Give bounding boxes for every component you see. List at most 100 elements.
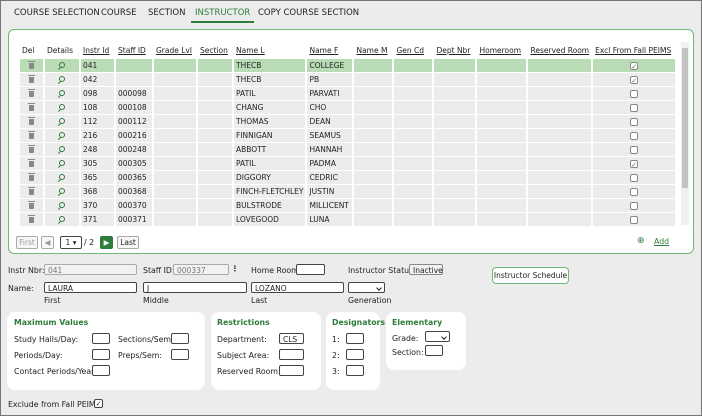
- magnifier-icon[interactable]: [59, 62, 65, 68]
- reserved-room-field[interactable]: [279, 365, 304, 376]
- delete-cell[interactable]: [20, 72, 43, 86]
- excl-cell[interactable]: [593, 142, 676, 156]
- table-row[interactable]: 041 THECB COLLEGE ✓: [20, 58, 676, 72]
- excl-fall-peims-checkbox[interactable]: ✓: [630, 160, 639, 169]
- table-row[interactable]: 365 000365 DIGGORY CEDRIC: [20, 170, 676, 184]
- instructor-schedule-button[interactable]: Instructor Schedule: [492, 267, 569, 284]
- col-dept-nbr[interactable]: Dept Nbr: [434, 42, 475, 58]
- col-staff-id[interactable]: Staff ID: [116, 42, 152, 58]
- details-cell[interactable]: [45, 156, 79, 170]
- excl-cell[interactable]: ✓: [593, 58, 676, 72]
- designator-2-field[interactable]: [346, 349, 364, 360]
- study-halls-field[interactable]: [92, 333, 110, 344]
- exclude-fall-peims-checkbox[interactable]: ✓: [94, 399, 103, 408]
- trash-icon[interactable]: [28, 172, 35, 181]
- delete-cell[interactable]: [20, 198, 43, 212]
- details-cell[interactable]: [45, 170, 79, 184]
- sections-sem-field[interactable]: [171, 333, 189, 344]
- trash-icon[interactable]: [28, 60, 35, 69]
- excl-fall-peims-checkbox[interactable]: [630, 104, 639, 112]
- details-cell[interactable]: [45, 128, 79, 142]
- last-page-button[interactable]: Last: [117, 236, 139, 249]
- details-cell[interactable]: [45, 142, 79, 156]
- add-icon[interactable]: ⊕: [637, 236, 645, 246]
- details-cell[interactable]: [45, 184, 79, 198]
- excl-fall-peims-checkbox[interactable]: ✓: [630, 62, 639, 71]
- generation-select[interactable]: [348, 282, 385, 293]
- excl-fall-peims-checkbox[interactable]: [630, 132, 639, 140]
- delete-cell[interactable]: [20, 142, 43, 156]
- preps-sem-field[interactable]: [171, 349, 189, 360]
- trash-icon[interactable]: [28, 144, 35, 153]
- more-vertical-icon[interactable]: ⋮: [231, 264, 239, 273]
- table-row[interactable]: 042 THECB PB ✓: [20, 72, 676, 86]
- excl-fall-peims-checkbox[interactable]: [630, 202, 639, 210]
- table-row[interactable]: 108 000108 CHANG CHO: [20, 100, 676, 114]
- magnifier-icon[interactable]: [59, 104, 65, 110]
- elementary-section-field[interactable]: [425, 345, 443, 356]
- subject-area-field[interactable]: [279, 349, 304, 360]
- excl-cell[interactable]: [593, 86, 676, 100]
- magnifier-icon[interactable]: [59, 76, 65, 82]
- delete-cell[interactable]: [20, 128, 43, 142]
- tab-course[interactable]: COURSE: [101, 8, 137, 18]
- trash-icon[interactable]: [28, 102, 35, 111]
- prev-page-button[interactable]: ◀: [41, 236, 54, 249]
- excl-fall-peims-checkbox[interactable]: ✓: [630, 76, 639, 85]
- trash-icon[interactable]: [28, 74, 35, 83]
- col-grade-lvl[interactable]: Grade Lvl: [154, 42, 196, 58]
- excl-cell[interactable]: [593, 212, 676, 226]
- grade-select[interactable]: [425, 331, 450, 342]
- delete-cell[interactable]: [20, 100, 43, 114]
- excl-fall-peims-checkbox[interactable]: [630, 118, 639, 126]
- designator-1-field[interactable]: [346, 333, 364, 344]
- home-room-field[interactable]: [296, 264, 325, 275]
- details-cell[interactable]: [45, 198, 79, 212]
- tab-course-selection[interactable]: COURSE SELECTION: [14, 8, 100, 18]
- col-instr-id[interactable]: Instr Id: [81, 42, 114, 58]
- periods-day-field[interactable]: [92, 349, 110, 360]
- contact-periods-field[interactable]: [92, 365, 110, 376]
- middle-name-field[interactable]: J: [143, 282, 247, 293]
- magnifier-icon[interactable]: [59, 188, 65, 194]
- excl-cell[interactable]: ✓: [593, 72, 676, 86]
- table-row[interactable]: 098 000098 PATIL PARVATI: [20, 86, 676, 100]
- first-name-field[interactable]: LAURA: [44, 282, 137, 293]
- excl-fall-peims-checkbox[interactable]: [630, 188, 639, 196]
- delete-cell[interactable]: [20, 170, 43, 184]
- magnifier-icon[interactable]: [59, 118, 65, 124]
- excl-cell[interactable]: [593, 170, 676, 184]
- department-field[interactable]: CLS: [279, 333, 304, 344]
- magnifier-icon[interactable]: [59, 216, 65, 222]
- magnifier-icon[interactable]: [59, 160, 65, 166]
- details-cell[interactable]: [45, 100, 79, 114]
- delete-cell[interactable]: [20, 212, 43, 226]
- table-row[interactable]: 112 000112 THOMAS DEAN: [20, 114, 676, 128]
- excl-fall-peims-checkbox[interactable]: [630, 146, 639, 154]
- col-section[interactable]: Section: [198, 42, 232, 58]
- delete-cell[interactable]: [20, 58, 43, 72]
- add-link[interactable]: Add: [654, 237, 669, 246]
- table-row[interactable]: 370 000370 BULSTRODE MILLICENT: [20, 198, 676, 212]
- table-row[interactable]: 371 000371 LOVEGOOD LUNA: [20, 212, 676, 226]
- trash-icon[interactable]: [28, 88, 35, 97]
- excl-cell[interactable]: ✓: [593, 156, 676, 170]
- details-cell[interactable]: [45, 114, 79, 128]
- excl-cell[interactable]: [593, 100, 676, 114]
- designator-3-field[interactable]: [346, 365, 364, 376]
- table-row[interactable]: 305 000305 PATIL PADMA ✓: [20, 156, 676, 170]
- trash-icon[interactable]: [28, 158, 35, 167]
- grid-scrollbar[interactable]: [681, 42, 689, 225]
- magnifier-icon[interactable]: [59, 90, 65, 96]
- trash-icon[interactable]: [28, 200, 35, 209]
- details-cell[interactable]: [45, 72, 79, 86]
- tab-section[interactable]: SECTION: [148, 8, 185, 18]
- trash-icon[interactable]: [28, 214, 35, 223]
- tab-copy-course-section[interactable]: COPY COURSE SECTION: [258, 8, 359, 18]
- trash-icon[interactable]: [28, 130, 35, 139]
- table-row[interactable]: 248 000248 ABBOTT HANNAH: [20, 142, 676, 156]
- table-row[interactable]: 216 000216 FINNIGAN SEAMUS: [20, 128, 676, 142]
- delete-cell[interactable]: [20, 156, 43, 170]
- excl-cell[interactable]: [593, 128, 676, 142]
- excl-cell[interactable]: [593, 198, 676, 212]
